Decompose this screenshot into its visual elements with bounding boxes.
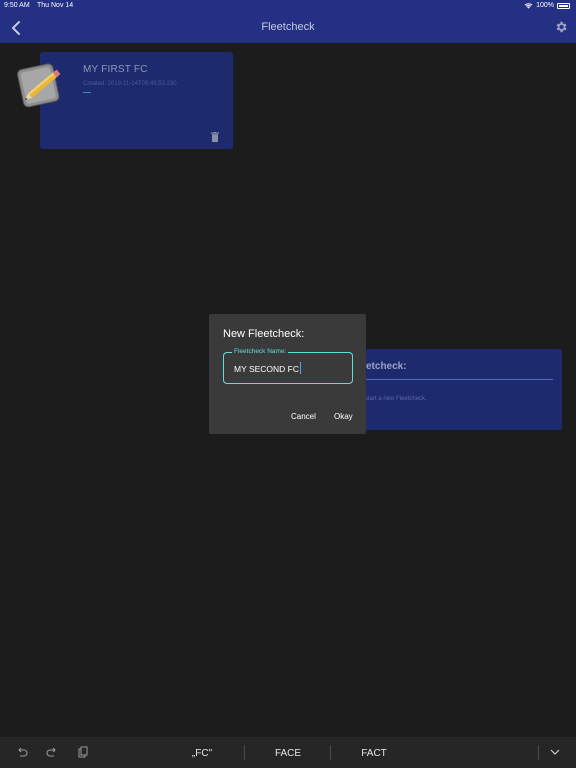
gear-icon[interactable] [554,20,568,34]
fleetcheck-card[interactable]: MY FIRST FC Created: 2019-11-14T09:49:53… [40,52,233,149]
paste-icon[interactable] [77,746,89,758]
status-bar: 9:50 AM Thu Nov 14 100% [0,0,576,12]
status-right: 100% [524,2,570,9]
trash-icon[interactable] [211,132,219,142]
new-fleetcheck-dialog: New Fleetcheck: Fleetcheck Name: Cancel … [209,314,366,434]
suggestion-3[interactable]: FACT [334,748,414,759]
new-card-heading: etcheck: [366,361,407,372]
nav-bar: Fleetcheck [0,12,576,43]
undo-icon[interactable] [16,746,28,758]
battery-percent: 100% [536,2,554,9]
field-label: Fleetcheck Name: [232,348,289,355]
chevron-down-icon[interactable] [549,746,561,758]
fleetcheck-name-input[interactable] [234,363,344,375]
page-title: Fleetcheck [261,21,315,33]
battery-icon [557,2,570,9]
cancel-button[interactable]: Cancel [291,412,316,421]
status-time: 9:50 AM [4,2,30,9]
text-caret [300,362,301,374]
dialog-title: New Fleetcheck: [223,328,305,340]
suggestion-separator [330,745,331,760]
suggestion-1[interactable]: „FC" [162,748,242,759]
status-date: Thu Nov 14 [37,2,74,9]
fleetcheck-created: Created: 2019-11-14T09:49:53.230 [83,81,177,87]
new-card-description: o start a new Fleetcheck. [360,396,427,402]
fleetcheck-name: MY FIRST FC [83,64,148,75]
new-fleetcheck-card[interactable]: etcheck: o start a new Fleetcheck. [350,349,562,430]
progress-indicator [83,92,91,93]
okay-button[interactable]: Okay [334,412,353,421]
suggestion-separator [244,745,245,760]
keyboard-suggestion-bar: „FC" FACE FACT [0,737,576,768]
fleetcheck-name-field[interactable]: Fleetcheck Name: [223,348,353,384]
redo-icon[interactable] [46,746,58,758]
suggestion-separator [538,745,539,760]
wifi-icon [524,3,533,9]
new-card-underline [360,379,553,380]
suggestion-2[interactable]: FACE [248,748,328,759]
notepad-pencil-icon [17,63,61,108]
